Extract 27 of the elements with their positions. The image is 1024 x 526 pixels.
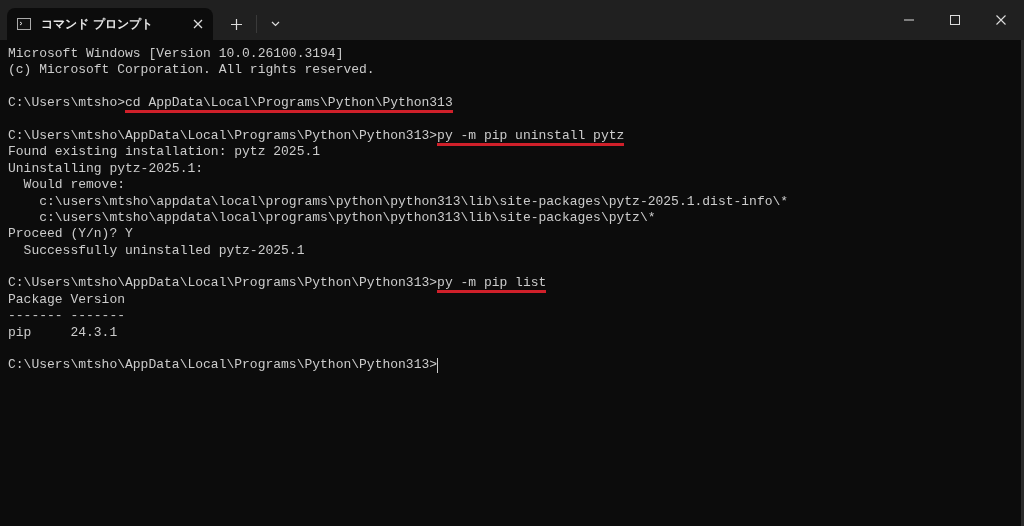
- prompt-text: C:\Users\mtsho>: [8, 95, 126, 112]
- command-text: cd AppData\Local\Programs\Python\Python313: [125, 95, 453, 114]
- output-line: pip 24.3.1: [8, 324, 118, 342]
- close-icon[interactable]: [996, 15, 1006, 25]
- output-line: Proceed (Y/n)? Y: [8, 226, 133, 243]
- output-line: Would remove:: [22, 177, 126, 194]
- close-icon[interactable]: [193, 19, 203, 29]
- prompt-text: C:\Users\mtsho\AppData\Local\Programs\Python\Python313>: [8, 275, 438, 292]
- output-line: Package Version: [8, 291, 126, 309]
- output-line: Microsoft Windows [Version 10.0.26100.3194]: [8, 46, 344, 63]
- tab-title: コマンド プロンプト: [41, 16, 154, 33]
- prompt-text: C:\Users\mtsho\AppData\Local\Programs\Python\Python313>: [8, 357, 438, 374]
- output-line: Uninstalling pytz-2025.1:: [8, 160, 204, 178]
- output-line: (c) Microsoft Corporation. All rights reserved.: [8, 62, 375, 79]
- output-line: c:\users\mtsho\appdata\local\programs\python\python313\lib\site-packages\pytz-2025.1.dist-info\*: [38, 193, 789, 210]
- command-text: py -m pip list: [437, 275, 547, 294]
- output-line: Found existing installation: pytz 2025.1: [8, 144, 321, 161]
- prompt-text: C:\Users\mtsho\AppData\Local\Programs\Python\Python313>: [8, 127, 438, 145]
- chevron-down-icon[interactable]: [271, 21, 280, 27]
- output-line: ------- -------: [8, 308, 126, 325]
- tab[interactable]: コマンド プロンプト: [7, 8, 213, 40]
- command-text: py -m pip uninstall pytz: [437, 127, 625, 146]
- terminal-icon: [17, 18, 31, 30]
- output-line: c:\users\mtsho\appdata\local\programs\python\python313\lib\site-packages\pytz\*: [38, 209, 656, 227]
- output-line: Successfully uninstalled pytz-2025.1: [22, 242, 305, 260]
- add-icon[interactable]: [231, 18, 242, 30]
- maximize-icon[interactable]: [950, 15, 960, 25]
